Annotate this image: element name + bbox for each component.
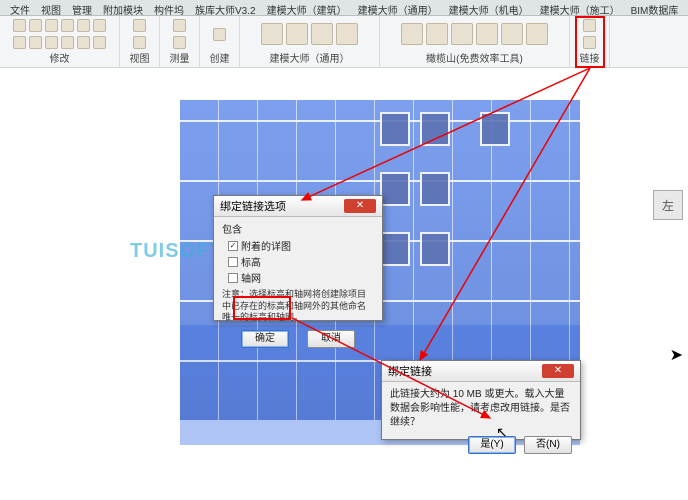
tool-icon[interactable] <box>93 36 106 49</box>
tool-icon[interactable] <box>476 23 498 45</box>
checkbox-label: 轴网 <box>241 270 261 285</box>
tab-file[interactable]: 文件 <box>6 2 34 13</box>
tool-icon[interactable] <box>133 36 146 49</box>
tab-zuku[interactable]: 族库大师V3.2 <box>191 2 260 13</box>
tool-icon[interactable] <box>29 19 42 32</box>
tab-goujianwu[interactable]: 构件坞 <box>150 2 188 13</box>
tab-master-construction[interactable]: 建模大师（施工） <box>536 2 624 13</box>
link-icon[interactable] <box>583 36 596 49</box>
tool-icon[interactable] <box>286 23 308 45</box>
checkbox-label: 标高 <box>241 254 261 269</box>
tab-bimdb[interactable]: BIM数据库 <box>627 2 683 13</box>
checkbox-attached-detail[interactable]: ✓ <box>228 241 238 251</box>
ribbon-group-label: 修改 <box>6 50 113 65</box>
close-icon[interactable]: ✕ <box>344 199 376 213</box>
tool-icon[interactable] <box>173 19 186 32</box>
tool-icon[interactable] <box>173 36 186 49</box>
tool-icon[interactable] <box>213 28 226 41</box>
tool-icon[interactable] <box>133 19 146 32</box>
tool-icon[interactable] <box>451 23 473 45</box>
tab-manage[interactable]: 管理 <box>68 2 96 13</box>
dialog-note: 注意：选择标高和轴网将创建除项目中已存在的标高和轴网外的其他命名唯一的标高和轴网… <box>222 289 374 324</box>
ribbon-group-label: 创建 <box>206 50 233 65</box>
close-icon[interactable]: ✕ <box>542 364 574 378</box>
ribbon-group-label: 视图 <box>126 50 153 65</box>
tool-icon[interactable] <box>93 19 106 32</box>
tool-icon[interactable] <box>13 36 26 49</box>
tab-master-general[interactable]: 建模大师（通用） <box>354 2 442 13</box>
ribbon-group-label: 建模大师（通用） <box>246 50 373 65</box>
tool-icon[interactable] <box>401 23 423 45</box>
tab-addins[interactable]: 附加模块 <box>99 2 147 13</box>
ok-button[interactable]: 确定 <box>241 330 289 348</box>
group-label: 包含 <box>222 221 374 236</box>
dialog-title: 绑定链接 <box>388 363 432 379</box>
bind-link-options-dialog: 绑定链接选项 ✕ 包含 ✓附着的详图 标高 轴网 注意：选择标高和轴网将创建除项… <box>213 195 383 321</box>
dialog-title: 绑定链接选项 <box>220 198 286 214</box>
tool-icon[interactable] <box>77 19 90 32</box>
dialog-titlebar[interactable]: 绑定链接选项 ✕ <box>214 196 382 217</box>
ribbon-group-label: 链接 <box>576 50 603 65</box>
tab-master-mep[interactable]: 建模大师（机电） <box>445 2 533 13</box>
tool-icon[interactable] <box>311 23 333 45</box>
cancel-button[interactable]: 取消 <box>307 330 355 348</box>
tool-icon[interactable] <box>13 19 26 32</box>
menu-tabs: 文件 视图 管理 附加模块 构件坞 族库大师V3.2 建模大师（建筑） 建模大师… <box>0 0 688 16</box>
ribbon-group-label: 橄榄山(免费效率工具) <box>386 50 563 65</box>
bind-link-warning-dialog: 绑定链接 ✕ 此链接大约为 10 MB 或更大。载入大量数据会影响性能，请考虑改… <box>381 360 581 440</box>
tool-icon[interactable] <box>61 19 74 32</box>
tool-icon[interactable] <box>45 19 58 32</box>
manage-links-icon[interactable] <box>583 19 596 32</box>
view-cube[interactable]: 左 <box>653 190 683 220</box>
tool-icon[interactable] <box>261 23 283 45</box>
ribbon: 修改 视图 测量 创建 建模大师（通用） 橄榄山(免费效率工具) 链接 <box>0 16 688 68</box>
checkbox-levels[interactable] <box>228 257 238 267</box>
tool-icon[interactable] <box>77 36 90 49</box>
dialog-titlebar[interactable]: 绑定链接 ✕ <box>382 361 580 382</box>
tool-icon[interactable] <box>45 36 58 49</box>
tool-icon[interactable] <box>426 23 448 45</box>
tool-icon[interactable] <box>526 23 548 45</box>
tool-icon[interactable] <box>61 36 74 49</box>
tab-view[interactable]: 视图 <box>37 2 65 13</box>
dialog-message: 此链接大约为 10 MB 或更大。载入大量数据会影响性能，请考虑改用链接。是否继… <box>382 382 580 436</box>
tab-master-arch[interactable]: 建模大师（建筑） <box>263 2 351 13</box>
tool-icon[interactable] <box>501 23 523 45</box>
tool-icon[interactable] <box>29 36 42 49</box>
tool-icon[interactable] <box>336 23 358 45</box>
checkbox-grids[interactable] <box>228 273 238 283</box>
ribbon-group-label: 测量 <box>166 50 193 65</box>
yes-button[interactable]: 是(Y) <box>468 436 516 454</box>
no-button[interactable]: 否(N) <box>524 436 572 454</box>
cursor-icon: ➤ <box>670 345 683 365</box>
watermark: TUISOFT <box>130 240 223 263</box>
checkbox-label: 附着的详图 <box>241 238 291 253</box>
